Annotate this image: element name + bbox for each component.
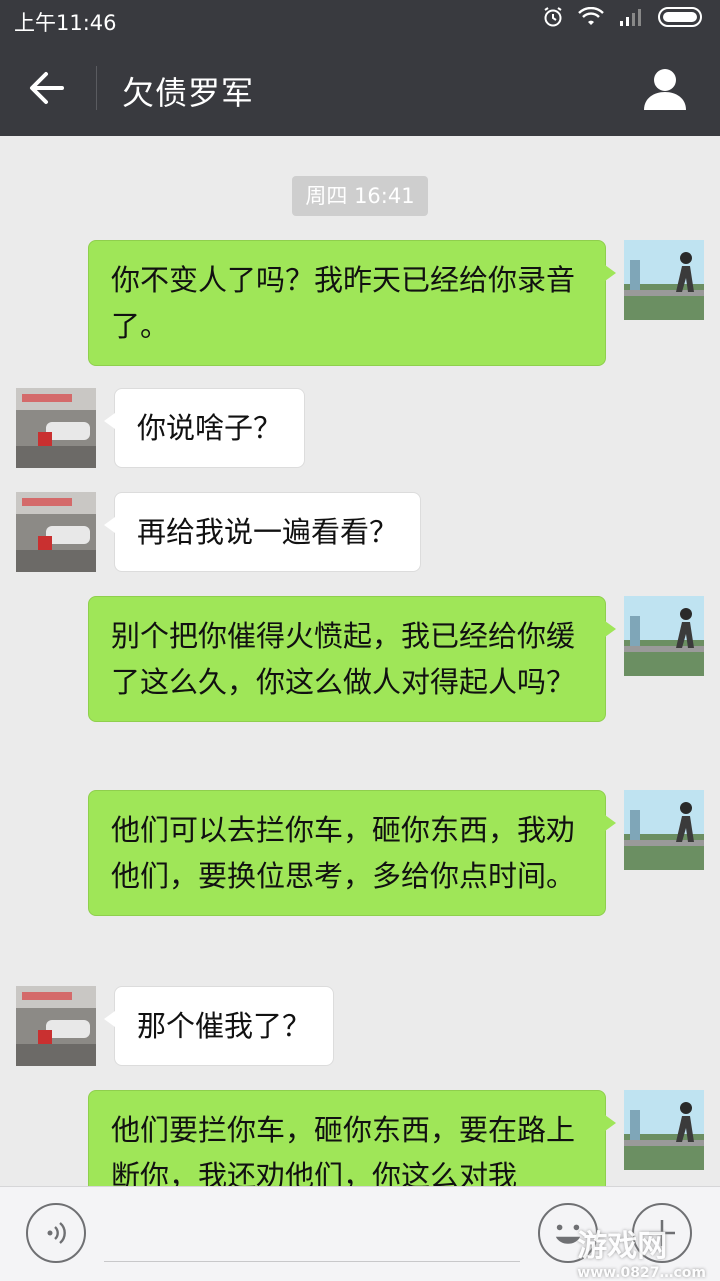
my-avatar[interactable] bbox=[624, 240, 704, 320]
message-input-field[interactable] bbox=[104, 1261, 520, 1262]
header-divider bbox=[96, 66, 97, 110]
status-icons bbox=[542, 6, 706, 28]
voice-icon bbox=[47, 1222, 66, 1244]
message-bubble-incoming[interactable]: 你说啥子？ bbox=[103, 388, 306, 468]
input-bar: 游戏网 www.0827…com bbox=[0, 1186, 720, 1281]
message-timestamp: 周四 16:41 bbox=[292, 176, 428, 216]
message-bubble-incoming[interactable]: 那个催我了？ bbox=[103, 986, 335, 1066]
status-time: 上午11:46 bbox=[14, 11, 117, 35]
message-bubble-outgoing[interactable]: 他们要拦你车，砸你东西，要在路上断你，我还劝他们，你这么对我 bbox=[88, 1090, 616, 1186]
alarm-icon bbox=[544, 7, 562, 27]
back-button[interactable] bbox=[22, 64, 74, 112]
battery-icon bbox=[658, 7, 702, 27]
back-arrow-icon bbox=[30, 72, 64, 104]
voice-input-button[interactable] bbox=[26, 1203, 86, 1263]
watermark-text: 游戏网 bbox=[577, 1229, 668, 1264]
chat-title: 欠债罗军 bbox=[122, 74, 255, 112]
contact-avatar[interactable] bbox=[16, 492, 96, 572]
chat-area[interactable]: 周四 16:41 你不变人了吗？我昨天已经给你录音了。 你说啥子？ 再给我说一遍… bbox=[0, 136, 720, 1186]
signal-icon bbox=[620, 9, 641, 26]
status-bar: 上午11:46 bbox=[0, 0, 720, 40]
my-avatar[interactable] bbox=[624, 1090, 704, 1170]
message-bubble-outgoing[interactable]: 他们可以去拦你车，砸你东西，我劝他们，要换位思考，多给你点时间。 bbox=[88, 790, 616, 916]
my-avatar[interactable] bbox=[624, 790, 704, 870]
contact-avatar[interactable] bbox=[16, 388, 96, 468]
person-icon bbox=[644, 69, 686, 110]
message-bubble-incoming[interactable]: 再给我说一遍看看？ bbox=[103, 492, 422, 572]
site-watermark: 游戏网 www.0827…com bbox=[577, 1221, 706, 1281]
contact-profile-button[interactable] bbox=[642, 66, 688, 112]
my-avatar[interactable] bbox=[624, 596, 704, 676]
message-bubble-outgoing[interactable]: 你不变人了吗？我昨天已经给你录音了。 bbox=[88, 240, 616, 366]
wifi-icon bbox=[578, 7, 604, 25]
watermark-url: www.0827…com bbox=[577, 1265, 706, 1281]
chat-header: 欠债罗军 bbox=[0, 40, 720, 136]
contact-avatar[interactable] bbox=[16, 986, 96, 1066]
message-bubble-outgoing[interactable]: 别个把你催得火愤起，我已经给你缓了这么久，你这么做人对得起人吗？ bbox=[88, 596, 616, 722]
